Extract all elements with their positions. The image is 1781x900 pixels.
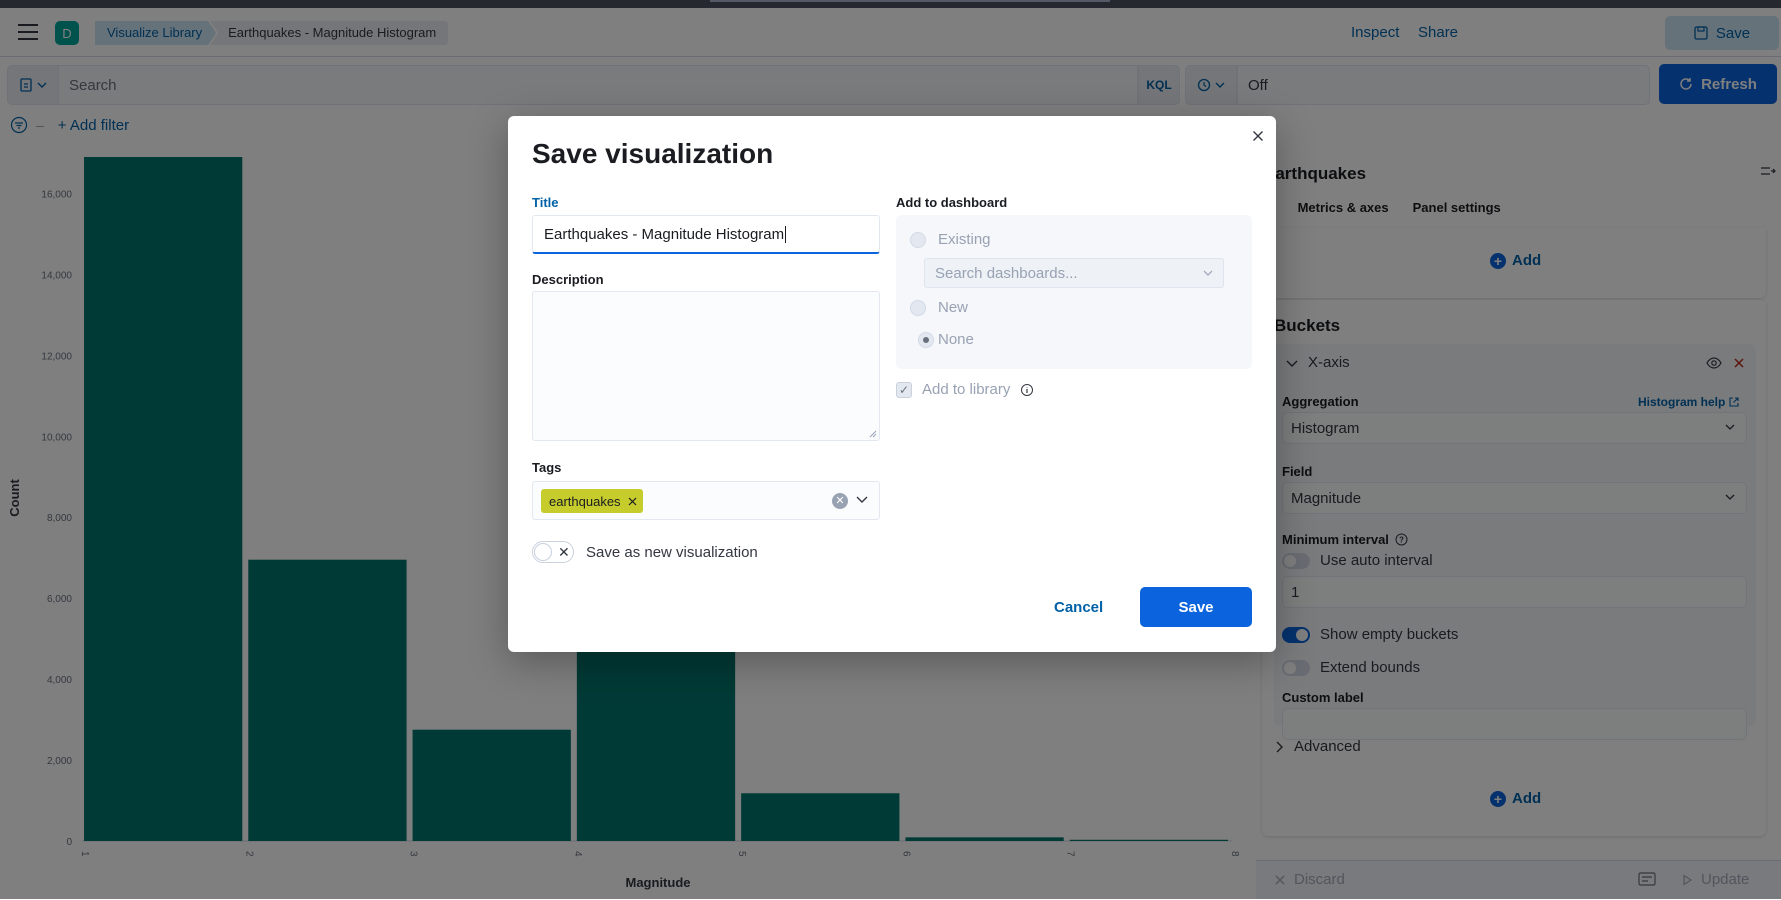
- save-as-new-switch[interactable]: ✕: [532, 541, 574, 563]
- add-to-dashboard-options: Existing Search dashboards... New None: [896, 215, 1252, 369]
- resize-handle-icon[interactable]: [869, 430, 877, 438]
- radio-new-label: New: [938, 299, 969, 316]
- checkbox-checked-icon[interactable]: ✓: [896, 381, 912, 398]
- radio-none-dot[interactable]: [918, 331, 934, 348]
- radio-none[interactable]: None: [910, 331, 974, 348]
- radio-existing-dot[interactable]: [910, 231, 926, 248]
- close-icon[interactable]: [1250, 128, 1266, 144]
- search-dashboards-select[interactable]: Search dashboards...: [924, 258, 1224, 288]
- chevron-down-icon[interactable]: [855, 492, 869, 506]
- radio-new[interactable]: New: [910, 299, 968, 316]
- tags-label: Tags: [532, 460, 562, 475]
- save-as-new-toggle[interactable]: ✕ Save as new visualization: [532, 541, 758, 563]
- title-label: Title: [532, 195, 559, 210]
- title-value: Earthquakes - Magnitude Histogram: [544, 225, 785, 243]
- radio-none-label: None: [938, 331, 974, 348]
- description-textarea[interactable]: [532, 291, 880, 441]
- radio-new-dot[interactable]: [910, 299, 926, 316]
- cancel-button[interactable]: Cancel: [1054, 599, 1103, 616]
- search-dashboards-placeholder: Search dashboards...: [935, 264, 1078, 282]
- tag-chip: earthquakes: [541, 489, 643, 513]
- save-visualization-modal: Save visualization Title Earthquakes - M…: [508, 116, 1276, 652]
- radio-existing-label: Existing: [938, 231, 991, 248]
- add-to-dashboard-label: Add to dashboard: [896, 195, 1008, 210]
- add-to-library-label: Add to library: [922, 381, 1011, 398]
- clear-tags-icon[interactable]: ✕: [832, 493, 848, 509]
- description-label: Description: [532, 272, 604, 287]
- top-system-bar: [0, 0, 1781, 8]
- info-icon[interactable]: [1020, 383, 1034, 397]
- tag-label: earthquakes: [549, 493, 621, 509]
- chevron-down-icon: [1203, 270, 1213, 276]
- save-button[interactable]: Save: [1140, 587, 1252, 627]
- title-input[interactable]: Earthquakes - Magnitude Histogram: [532, 215, 880, 254]
- close-icon: ✕: [558, 544, 570, 560]
- save-as-new-label: Save as new visualization: [586, 543, 758, 561]
- text-caret: [785, 225, 787, 243]
- remove-tag-icon[interactable]: [628, 497, 637, 506]
- tags-combobox[interactable]: earthquakes ✕: [532, 481, 880, 520]
- modal-title: Save visualization: [532, 138, 774, 169]
- radio-existing[interactable]: Existing: [910, 231, 991, 248]
- add-to-library-checkbox[interactable]: ✓ Add to library: [896, 381, 1034, 398]
- window-notch: [710, 0, 1110, 2]
